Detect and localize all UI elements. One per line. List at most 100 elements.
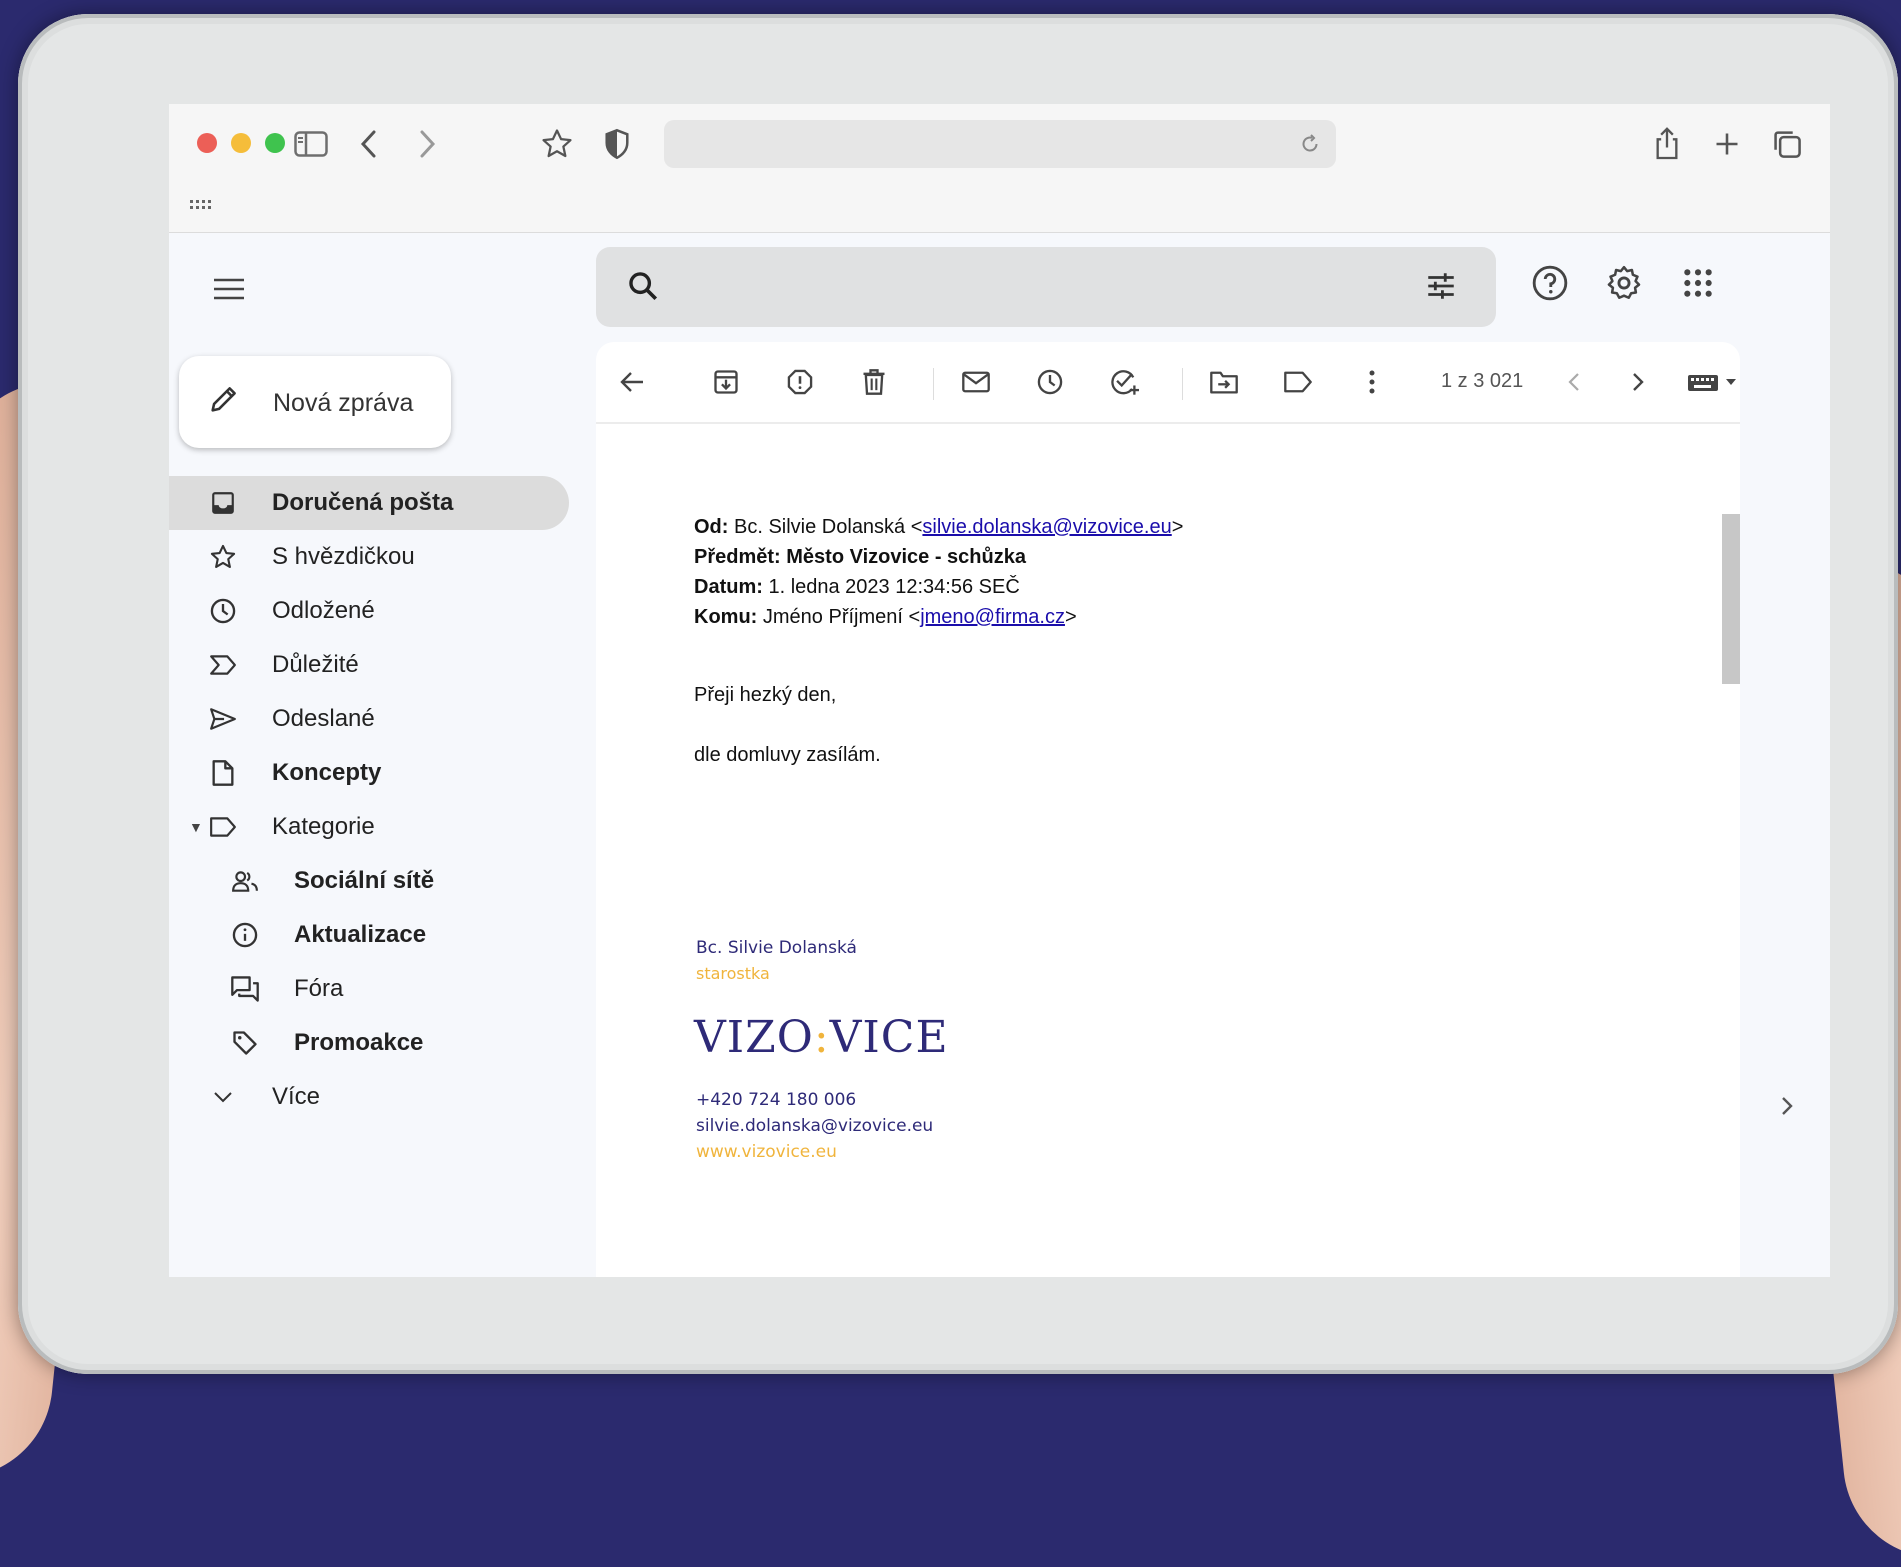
nav-item-starred[interactable]: S hvězdičkou <box>169 530 569 584</box>
input-tools-keyboard-icon[interactable] <box>1684 364 1744 400</box>
compose-button[interactable]: Nová zpráva <box>179 356 451 448</box>
next-message-icon[interactable] <box>1620 364 1656 400</box>
nav-item-more[interactable]: Více <box>169 1070 569 1124</box>
add-task-icon[interactable] <box>1106 364 1142 400</box>
date-line: Datum: 1. ledna 2023 12:34:56 SEČ <box>694 572 1183 602</box>
from-end: > <box>1171 516 1184 538</box>
logo-colon: : <box>813 1012 830 1063</box>
toolbar-divider <box>933 368 934 400</box>
forward-icon[interactable] <box>407 124 447 164</box>
clock-icon <box>207 595 239 627</box>
to-email-link[interactable]: jmeno@firma.cz <box>920 606 1065 628</box>
report-spam-icon[interactable] <box>782 364 818 400</box>
nav-item-categories[interactable]: ▼ Kategorie <box>169 800 569 854</box>
subject-line: Předmět: Město Vizovice - schůzka <box>694 542 1183 572</box>
apps-grid-icon[interactable] <box>189 196 215 222</box>
help-icon[interactable] <box>1526 259 1574 307</box>
from-label: Od: <box>694 516 729 538</box>
draft-icon <box>207 757 239 789</box>
nav-item-sent[interactable]: Odeslané <box>169 692 569 746</box>
sidebar-toggle-icon[interactable] <box>291 124 331 164</box>
send-icon <box>207 703 239 735</box>
toolbar-divider <box>1182 368 1183 400</box>
delete-icon[interactable] <box>856 364 892 400</box>
nav-item-promotions[interactable]: Promoakce <box>169 1016 569 1070</box>
nav-item-label: Odložené <box>272 597 375 624</box>
signature-email: silvie.dolanska@vizovice.eu <box>696 1116 934 1136</box>
back-arrow-icon[interactable] <box>614 364 650 400</box>
mail-nav-list: Doručená pošta S hvězdičkou Odložené Důl… <box>169 476 569 1124</box>
privacy-shield-icon[interactable] <box>597 124 637 164</box>
info-icon <box>229 919 261 951</box>
nav-item-label: Sociální sítě <box>294 867 435 894</box>
tab-overview-icon[interactable] <box>1767 124 1807 164</box>
main-menu-button[interactable] <box>204 264 254 314</box>
more-options-icon[interactable] <box>1354 364 1390 400</box>
nav-item-label: Více <box>272 1083 321 1110</box>
window-close-button[interactable] <box>197 133 217 153</box>
from-name: Bc. Silvie Dolanská < <box>734 516 923 538</box>
to-label: Komu: <box>694 606 758 628</box>
to-end: > <box>1064 606 1077 628</box>
mail-search-bar[interactable] <box>596 247 1496 327</box>
compose-label: Nová zpráva <box>273 389 414 417</box>
from-line: Od: Bc. Silvie Dolanská <silvie.dolanska… <box>694 512 1183 542</box>
move-to-icon[interactable] <box>1206 364 1242 400</box>
logo-right: VICE <box>829 1012 949 1063</box>
from-email-link[interactable]: silvie.dolanska@vizovice.eu <box>922 516 1171 538</box>
nav-item-label: Odeslané <box>272 705 375 732</box>
nav-item-drafts[interactable]: Koncepty <box>169 746 569 800</box>
nav-item-label: Koncepty <box>272 759 382 786</box>
nav-item-forums[interactable]: Fóra <box>169 962 569 1016</box>
signature-website: www.vizovice.eu <box>696 1142 837 1162</box>
search-icon[interactable] <box>626 269 662 305</box>
scrollbar-thumb[interactable] <box>1722 514 1740 684</box>
signature-phone: +420 724 180 006 <box>696 1090 857 1110</box>
logo-left: VIZO <box>694 1012 814 1063</box>
caret-down-icon[interactable]: ▼ <box>189 819 203 835</box>
date-text: 1. ledna 2023 12:34:56 SEČ <box>768 576 1020 598</box>
inbox-icon <box>207 487 239 519</box>
nav-item-label: Kategorie <box>272 813 375 840</box>
nav-item-inbox[interactable]: Doručená pošta <box>169 476 569 530</box>
email-headers: Od: Bc. Silvie Dolanská <silvie.dolanska… <box>694 512 1183 632</box>
share-icon[interactable] <box>1647 124 1687 164</box>
mark-unread-icon[interactable] <box>958 364 994 400</box>
message-greeting: Přeji hezký den, <box>694 684 837 706</box>
to-line: Komu: Jméno Příjmení <jmeno@firma.cz> <box>694 602 1183 632</box>
settings-gear-icon[interactable] <box>1600 259 1648 307</box>
pagination-count: 1 z 3 021 <box>1441 370 1524 392</box>
archive-icon[interactable] <box>708 364 744 400</box>
bookmark-star-icon[interactable] <box>537 124 577 164</box>
new-tab-icon[interactable] <box>1707 124 1747 164</box>
nav-item-label: S hvězdičkou <box>272 543 415 570</box>
nav-item-important[interactable]: Důležité <box>169 638 569 692</box>
to-name: Jméno Příjmení < <box>762 606 921 628</box>
date-label: Datum: <box>694 576 763 598</box>
previous-message-icon[interactable] <box>1556 364 1592 400</box>
back-icon[interactable] <box>349 124 389 164</box>
important-icon <box>207 649 239 681</box>
message-view: 1 z 3 021 Od: Bc. Silvie Dolanská <silvi… <box>596 342 1740 1277</box>
nav-item-social[interactable]: Sociální sítě <box>169 854 569 908</box>
google-apps-icon[interactable] <box>1674 259 1722 307</box>
nav-item-label: Fóra <box>294 975 344 1002</box>
search-options-icon[interactable] <box>1424 269 1460 305</box>
window-zoom-button[interactable] <box>265 133 285 153</box>
nav-item-updates[interactable]: Aktualizace <box>169 908 569 962</box>
forum-icon <box>229 973 261 1005</box>
reload-icon[interactable] <box>1298 132 1322 156</box>
subject-label: Předmět: <box>694 546 781 568</box>
window-minimize-button[interactable] <box>231 133 251 153</box>
side-panel-expand-icon[interactable] <box>1779 1094 1809 1124</box>
people-icon <box>229 865 261 897</box>
tablet-screen: Nová zpráva Doručená pošta S hvězdičkou <box>169 104 1830 1277</box>
label-as-icon[interactable] <box>1280 364 1316 400</box>
tablet-frame: Nová zpráva Doručená pošta S hvězdičkou <box>18 14 1898 1374</box>
snooze-clock-icon[interactable] <box>1032 364 1068 400</box>
nav-item-snoozed[interactable]: Odložené <box>169 584 569 638</box>
address-bar[interactable] <box>664 120 1336 168</box>
browser-toolbar <box>169 104 1830 186</box>
chevron-down-icon <box>207 1081 239 1113</box>
star-icon <box>207 541 239 573</box>
